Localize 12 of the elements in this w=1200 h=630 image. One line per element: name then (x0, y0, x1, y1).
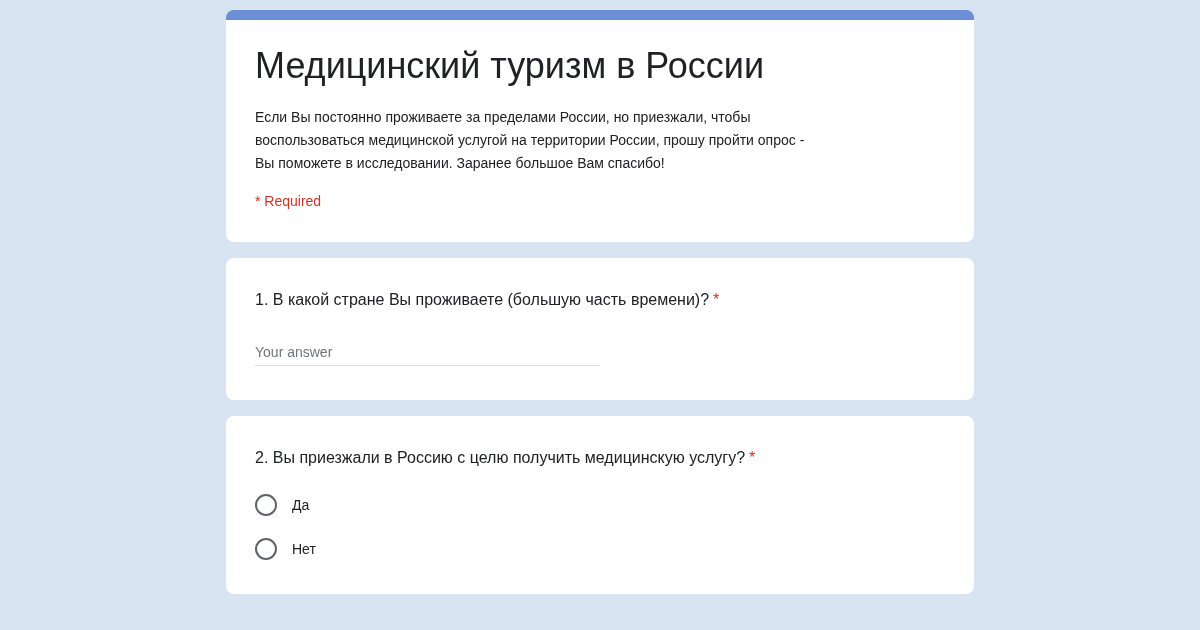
option-label: Нет (292, 539, 316, 559)
answer-field[interactable]: Your answer (255, 338, 600, 366)
form-description: Если Вы постоянно проживаете за пределами России, но приезжали, чтобы воспользоваться медицинской услугой на территории России, прошу пройти опрос - Вы поможете в исследовании. Заранее большое Вам спасибо! (255, 108, 806, 173)
form-title: Медицинский туризм в России (255, 44, 765, 88)
option-label: Да (292, 495, 310, 515)
radio-button[interactable] (255, 538, 277, 560)
required-mark: * (713, 290, 720, 310)
required-mark: * (749, 448, 756, 468)
radio-button[interactable] (255, 494, 277, 516)
required-note: * Required (255, 192, 323, 211)
question-title: 2. Вы приезжали в Россию с целю получить медицинскую услугу? (255, 448, 746, 468)
question-title: 1. В какой стране Вы проживаете (большую часть времени)? (255, 290, 710, 310)
